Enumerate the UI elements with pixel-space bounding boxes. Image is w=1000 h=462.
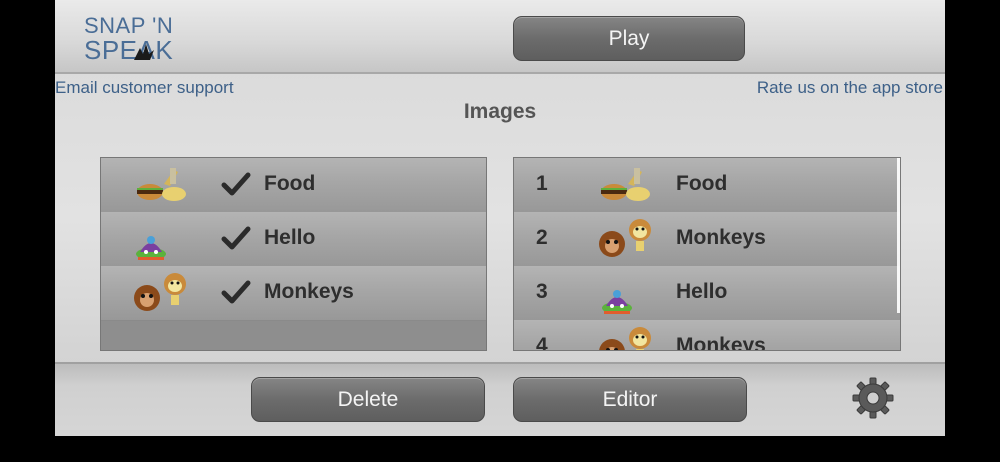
list-item[interactable]: Food — [101, 158, 486, 213]
scrollbar[interactable] — [897, 158, 900, 313]
monkeys-icon — [134, 273, 186, 311]
food-icon — [137, 168, 186, 201]
sequence-item-label: Food — [676, 172, 728, 195]
sequence-item-label: Monkeys — [676, 226, 766, 249]
logo-bird-icon — [134, 44, 154, 60]
image-library-list[interactable]: Food Hello Monkeys — [100, 157, 487, 351]
sequence-item[interactable]: 4 Monkeys — [514, 320, 900, 351]
app-window: SNAP 'N SPEAK Play Email customer suppor… — [55, 0, 945, 436]
list-item-label: Monkeys — [264, 280, 354, 303]
checkmark-icon — [221, 172, 251, 196]
sequence-item[interactable]: 1 Food — [514, 158, 900, 213]
email-support-link[interactable]: Email customer support — [55, 78, 234, 98]
sequence-item[interactable]: 3 Hello — [514, 266, 900, 321]
app-logo: SNAP 'N SPEAK — [84, 14, 194, 66]
delete-button[interactable]: Delete — [251, 377, 485, 422]
colorful-character-icon — [136, 236, 166, 260]
colorful-character-icon — [602, 290, 632, 314]
checkmark-icon — [221, 280, 251, 304]
list-item[interactable]: Monkeys — [101, 266, 486, 321]
sequence-number: 1 — [536, 172, 548, 195]
monkeys-icon — [599, 219, 651, 257]
monkeys-icon — [599, 327, 651, 350]
editor-button[interactable]: Editor — [513, 377, 747, 422]
sequence-item-label: Monkeys — [676, 334, 766, 351]
list-item[interactable]: Hello — [101, 212, 486, 267]
bottom-bar — [55, 362, 945, 436]
sequence-item[interactable]: 2 Monkeys — [514, 212, 900, 267]
checkmark-icon — [221, 226, 251, 250]
top-bar: SNAP 'N SPEAK Play — [55, 0, 945, 74]
sequence-item-label: Hello — [676, 280, 728, 303]
sequence-number: 2 — [536, 226, 548, 249]
section-title: Images — [463, 100, 537, 123]
list-item-label: Hello — [264, 226, 316, 249]
list-item-label: Food — [264, 172, 316, 195]
sequence-number: 4 — [536, 334, 548, 351]
sequence-list[interactable]: 1 Food 2 Monkeys 3 Hello 4 Monkeys — [513, 157, 901, 351]
play-button[interactable]: Play — [513, 16, 745, 61]
gear-icon[interactable] — [852, 377, 894, 419]
sequence-number: 3 — [536, 280, 548, 303]
rate-app-link[interactable]: Rate us on the app store — [757, 78, 943, 98]
food-icon — [601, 168, 650, 201]
